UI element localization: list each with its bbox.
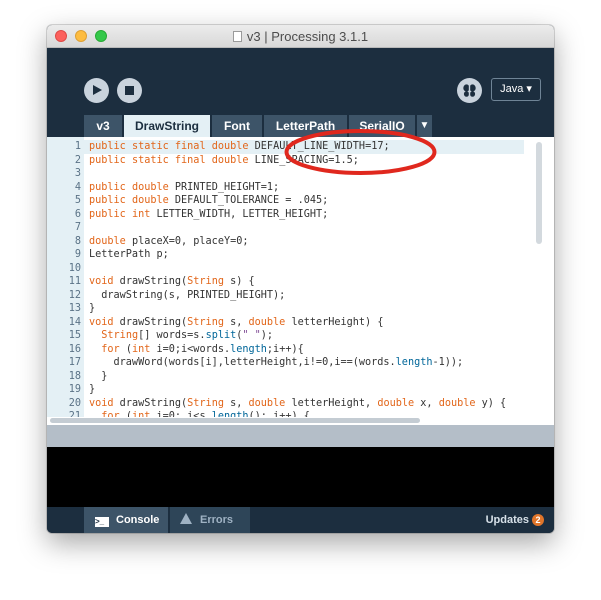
- line-number: 12: [68, 289, 81, 301]
- run-button[interactable]: [84, 78, 109, 103]
- line-number: 9: [74, 249, 81, 260]
- code-lines[interactable]: 1 public static final double DEFAULT_LINE…: [47, 140, 532, 417]
- line-number: 5: [74, 195, 81, 206]
- code-line[interactable]: 21 for (int i=0; i<s.length(); i++) {: [47, 410, 532, 417]
- console-tab-label: Console: [116, 514, 160, 526]
- updates-label: Updates: [485, 514, 529, 526]
- code-line[interactable]: 5 public double DEFAULT_TOLERANCE = .045;: [47, 194, 532, 208]
- code-line[interactable]: 7: [47, 221, 532, 235]
- errors-tab-label: Errors: [200, 514, 234, 526]
- terminal-icon: >_: [95, 517, 109, 527]
- code-line[interactable]: 13}: [47, 302, 532, 316]
- vertical-scroll-thumb[interactable]: [536, 142, 542, 244]
- code-text: void drawString(String s) {: [89, 276, 255, 287]
- updates-button[interactable]: Updates 2: [486, 507, 544, 533]
- line-number: 8: [74, 235, 81, 247]
- code-text: public double PRINTED_HEIGHT=1;: [89, 181, 280, 193]
- code-line[interactable]: 11 void drawString(String s) {: [47, 275, 532, 289]
- code-line[interactable]: 20 void drawString(String s, double lette…: [47, 397, 532, 411]
- code-text: for (int i=0;i<words.length;i++){: [101, 343, 304, 355]
- console-output[interactable]: [47, 447, 554, 510]
- console-tab[interactable]: >_ Console: [84, 507, 168, 533]
- red-ellipse-annotation: [284, 129, 437, 175]
- code-editor[interactable]: 1 public static final double DEFAULT_LINE…: [47, 137, 554, 417]
- code-text: public double DEFAULT_TOLERANCE = .045;: [89, 195, 329, 206]
- errors-tab[interactable]: Errors: [170, 507, 250, 533]
- vertical-scrollbar[interactable]: [531, 137, 554, 417]
- title-bar[interactable]: v3 | Processing 3.1.1: [47, 25, 554, 48]
- play-icon: [93, 85, 102, 95]
- processing-window: v3 | Processing 3.1.1 Java ▾ v3 DrawStri…: [47, 25, 554, 533]
- butterfly-icon: [463, 84, 476, 97]
- line-number: 4: [74, 181, 81, 193]
- line-number: 21: [68, 411, 81, 417]
- code-text: }: [89, 303, 96, 314]
- line-number: 2: [74, 154, 81, 166]
- line-number: 17: [68, 357, 81, 368]
- line-number: 18: [68, 370, 81, 382]
- code-line[interactable]: 19}: [47, 383, 532, 397]
- horizontal-scrollbar[interactable]: [47, 417, 554, 425]
- code-line[interactable]: 15 String[] words=s.split(" ");: [47, 329, 532, 343]
- footer-bar: >_ Console Errors Updates 2: [47, 507, 554, 533]
- line-number: 10: [68, 262, 81, 274]
- tab-drawstring[interactable]: DrawString: [124, 115, 210, 137]
- toolbar: Java ▾: [47, 48, 554, 115]
- code-line[interactable]: 10: [47, 262, 532, 276]
- stop-icon: [125, 86, 134, 95]
- stop-button[interactable]: [117, 78, 142, 103]
- line-number: 13: [68, 303, 81, 314]
- code-text: void drawString(String s, double letterH…: [89, 397, 507, 409]
- line-number: 6: [74, 208, 81, 220]
- code-text: public int LETTER_WIDTH, LETTER_HEIGHT;: [89, 208, 329, 220]
- line-number: 16: [68, 343, 81, 355]
- code-text: }: [89, 370, 108, 382]
- code-line[interactable]: 14 void drawString(String s, double lette…: [47, 316, 532, 330]
- code-line[interactable]: 6 public int LETTER_WIDTH, LETTER_HEIGHT;: [47, 208, 532, 222]
- mode-selector[interactable]: Java ▾: [491, 78, 541, 101]
- warning-icon: [180, 513, 192, 524]
- code-line[interactable]: 12 drawString(s, PRINTED_HEIGHT);: [47, 289, 532, 303]
- horizontal-scroll-thumb[interactable]: [50, 418, 420, 423]
- line-number: 19: [68, 384, 81, 395]
- line-number: 7: [74, 222, 81, 233]
- code-text: double placeX=0, placeY=0;: [89, 235, 249, 247]
- line-number: 14: [68, 316, 81, 328]
- line-number: 20: [68, 397, 81, 409]
- window-title-text: v3 | Processing 3.1.1: [246, 29, 369, 44]
- line-number: 3: [74, 168, 81, 179]
- code-line[interactable]: 17 drawWord(words[i],letterHeight,i!=0,i…: [47, 356, 532, 370]
- code-text: drawString(s, PRINTED_HEIGHT);: [89, 289, 286, 301]
- console-divider[interactable]: [47, 425, 554, 447]
- window-title: v3 | Processing 3.1.1: [47, 29, 554, 44]
- code-line[interactable]: 4 public double PRINTED_HEIGHT=1;: [47, 181, 532, 195]
- line-number: 15: [68, 330, 81, 341]
- code-text: String[] words=s.split(" ");: [101, 330, 274, 341]
- code-line[interactable]: 16 for (int i=0;i<words.length;i++){: [47, 343, 532, 357]
- updates-count-badge: 2: [532, 514, 544, 526]
- code-text: LetterPath p;: [89, 249, 169, 260]
- code-line[interactable]: 18 }: [47, 370, 532, 384]
- code-text: drawWord(words[i],letterHeight,i!=0,i==(…: [89, 357, 464, 368]
- document-icon: [232, 31, 242, 42]
- debugger-button[interactable]: [457, 78, 482, 103]
- tab-font[interactable]: Font: [212, 115, 262, 137]
- code-line[interactable]: 9 LetterPath p;: [47, 248, 532, 262]
- code-line[interactable]: 8 double placeX=0, placeY=0;: [47, 235, 532, 249]
- code-text: void drawString(String s, double letterH…: [89, 316, 384, 328]
- tab-v3[interactable]: v3: [84, 115, 122, 137]
- line-number: 11: [68, 276, 81, 287]
- line-number: 1: [74, 141, 81, 152]
- code-text: }: [89, 384, 96, 395]
